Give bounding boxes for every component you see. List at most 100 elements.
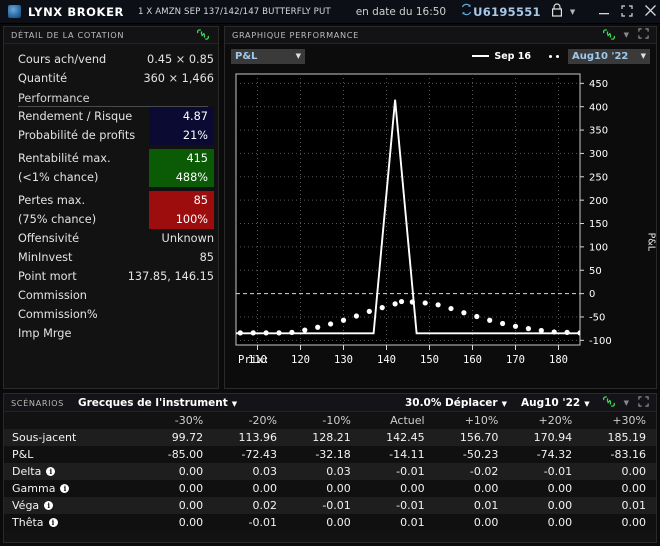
- minimize-icon[interactable]: [598, 4, 610, 20]
- svg-text:300: 300: [589, 149, 608, 160]
- info-icon[interactable]: i: [60, 484, 70, 493]
- chevron-down-icon: ▼: [295, 52, 301, 60]
- quote-panel-header: DÉTAIL DE LA COTATION: [4, 27, 218, 44]
- greeks-selector[interactable]: Grecques de l'instrument ▼: [78, 397, 237, 409]
- table-header-+30%: +30%: [582, 412, 656, 429]
- metric-label: (<1% chance): [18, 171, 99, 184]
- table-cell: 0.00: [508, 480, 583, 497]
- table-row[interactable]: Véga i 0.00 0.02 -0.01 -0.01 0.01 0.00 0.01: [4, 497, 656, 514]
- move-percent-label: 30.0% Déplacer: [404, 396, 498, 409]
- quote-row-label: Commission: [18, 289, 87, 302]
- table-cell: -0.01: [286, 497, 361, 514]
- restore-icon[interactable]: [621, 4, 633, 20]
- quote-row-value: 137.85, 146.15: [127, 270, 214, 283]
- chart-metric-dropdown[interactable]: P&L ▼: [231, 48, 305, 64]
- quote-row-quantity: Quantité 360 × 1,466: [4, 69, 218, 88]
- table-cell: -85.00: [144, 446, 214, 463]
- table-header--30%: -30%: [144, 412, 214, 429]
- chart-legend: Sep 16 Aug10 '22 ▼: [472, 48, 650, 64]
- metric-row-max-profit-chance: (<1% chance) 488%: [4, 168, 218, 187]
- table-cell: 185.19: [582, 429, 656, 446]
- link-icon[interactable]: [196, 28, 210, 43]
- table-cell: 0.00: [582, 463, 656, 480]
- table-cell: 0.00: [144, 480, 214, 497]
- metric-value: 488%: [149, 168, 214, 187]
- metric-value: 4.87: [149, 107, 214, 126]
- chevron-down-icon: ▼: [231, 399, 238, 408]
- scenarios-table: -30% -20% -10% Actuel +10% +20% +30% Sous-jace…: [4, 412, 656, 531]
- table-header--10%: -10%: [286, 412, 361, 429]
- row-label-sous-jacent: Sous-jacent: [4, 429, 144, 446]
- lock-icon[interactable]: [551, 2, 563, 21]
- quote-row-bid-ask: Cours ach/vend 0.45 × 0.85: [4, 50, 218, 69]
- table-cell: 0.00: [582, 514, 656, 531]
- scenarios-chevron-down-icon[interactable]: ▼: [624, 399, 629, 407]
- quote-row-label: Offensivité: [18, 232, 80, 245]
- table-cell: 156.70: [434, 429, 509, 446]
- quote-row-label: Imp Mrge: [18, 327, 72, 340]
- table-cell: -0.01: [213, 514, 287, 531]
- chart-date-dropdown[interactable]: Aug10 '22 ▼: [568, 48, 650, 64]
- metric-row-profit-probability: Probabilité de profits 21%: [4, 126, 218, 145]
- quote-row-label: Commission%: [18, 308, 98, 321]
- table-cell: -74.32: [508, 446, 583, 463]
- table-cell: 0.03: [213, 463, 287, 480]
- table-row[interactable]: Gamma i 0.00 0.00 0.00 0.00 0.00 0.00 0.00: [4, 480, 656, 497]
- svg-text:200: 200: [589, 196, 608, 207]
- link-icon[interactable]: [602, 395, 616, 410]
- info-icon[interactable]: i: [48, 518, 58, 527]
- window-controls: [587, 4, 657, 20]
- legend-dot-swatch: [549, 54, 563, 58]
- application-window: LYNX BROKER 1 X AMZN SEP 137/142/147 BUT…: [0, 0, 660, 546]
- table-cell: -83.16: [582, 446, 656, 463]
- app-logo-icon: [8, 5, 21, 18]
- metric-row-max-profit: Rentabilité max. 415: [4, 149, 218, 168]
- table-cell: -14.11: [360, 446, 435, 463]
- chevron-down-icon: ▼: [640, 52, 646, 60]
- performance-section-title: Performance: [4, 88, 218, 107]
- metric-row-max-loss: Pertes max. 85: [4, 191, 218, 210]
- quote-row-value: 360 × 1,466: [143, 72, 214, 85]
- performance-chart-panel: GRAPHIQUE PERFORMANCE ▼ P&L ▼ Sep 16 Aug…: [224, 26, 657, 389]
- info-icon[interactable]: i: [44, 501, 54, 510]
- svg-text:130: 130: [334, 354, 353, 366]
- table-cell: 0.00: [582, 480, 656, 497]
- quote-row-aggressiveness: Offensivité Unknown: [4, 229, 218, 248]
- contract-description: 1 X AMZN SEP 137/142/147 BUTTERFLY PUT: [137, 6, 331, 17]
- quote-row-min-invest: MinInvest 85: [4, 248, 218, 267]
- metric-value: 21%: [149, 126, 214, 145]
- row-label-th-ta: Thêta i: [4, 514, 144, 531]
- table-cell: 0.00: [434, 480, 509, 497]
- svg-text:170: 170: [506, 354, 525, 366]
- account-number[interactable]: U6195551: [473, 5, 541, 19]
- quote-row-value: Unknown: [161, 232, 214, 245]
- quote-row-margin-impact: Imp Mrge: [4, 324, 218, 343]
- close-icon[interactable]: [644, 4, 657, 20]
- metric-value: 100%: [149, 210, 214, 229]
- metric-row-return-risk: Rendement / Risque 4.87: [4, 107, 218, 126]
- table-cell: 0.03: [286, 463, 361, 480]
- table-cell: 0.00: [508, 497, 583, 514]
- row-label-gamma: Gamma i: [4, 480, 144, 497]
- table-cell: 0.01: [582, 497, 656, 514]
- expand-icon[interactable]: [638, 28, 649, 42]
- refresh-icon[interactable]: [460, 3, 473, 18]
- link-icon[interactable]: [602, 28, 616, 43]
- payoff-chart[interactable]: -100-50050100150200250300350400450110 120…: [225, 68, 658, 405]
- quote-detail-body: Cours ach/vend 0.45 × 0.85 Quantité 360 …: [4, 44, 218, 343]
- account-chevron-down-icon[interactable]: ▼: [570, 8, 575, 16]
- svg-text:50: 50: [589, 266, 602, 277]
- table-row[interactable]: Sous-jacent 99.72 113.96 128.21 142.45 156.70…: [4, 429, 656, 446]
- expand-icon[interactable]: [638, 395, 649, 410]
- table-row[interactable]: P&L -85.00 -72.43 -32.18 -14.11 -50.23 -74.32-…: [4, 446, 656, 463]
- table-row[interactable]: Delta i 0.00 0.03 0.03 -0.01 -0.02 -0.01 0.00: [4, 463, 656, 480]
- scenario-date-selector[interactable]: Aug10 '22 ▼: [521, 397, 590, 409]
- metric-label: Rendement / Risque: [18, 110, 133, 123]
- metric-label: (75% chance): [18, 213, 97, 226]
- title-bar: LYNX BROKER 1 X AMZN SEP 137/142/147 BUT…: [0, 0, 660, 24]
- chart-plot-area[interactable]: -100 -50 0 50 100 150 200 250 300 350 400 450 110 120…: [225, 68, 658, 405]
- info-icon[interactable]: i: [46, 467, 56, 476]
- table-row[interactable]: Thêta i 0.00 -0.01 0.00 0.01 0.00 0.00 0.00: [4, 514, 656, 531]
- move-percent-selector[interactable]: 30.0% Déplacer ▼: [405, 397, 507, 409]
- chart-chevron-down-icon[interactable]: ▼: [624, 31, 629, 39]
